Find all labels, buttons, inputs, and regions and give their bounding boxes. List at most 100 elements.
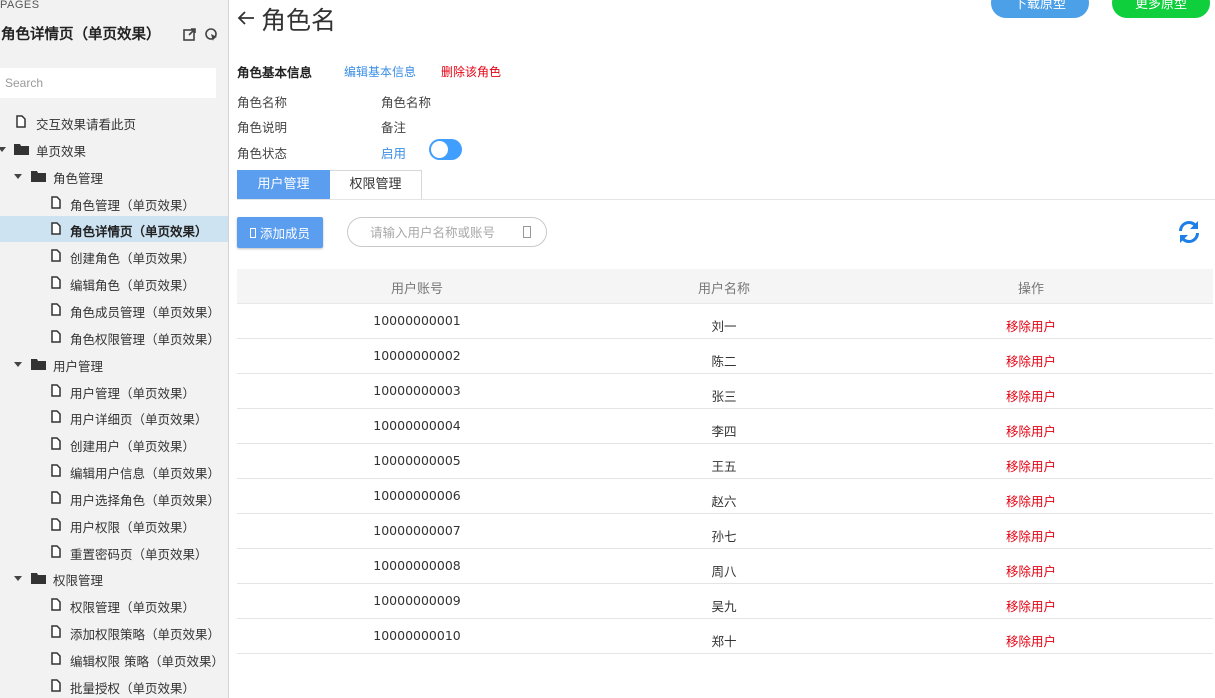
expand-caret-icon[interactable] bbox=[14, 361, 22, 367]
page-icon bbox=[51, 598, 61, 615]
page-icon bbox=[51, 303, 61, 320]
remove-user-link[interactable]: 移除用户 bbox=[1006, 526, 1056, 545]
remove-user-link[interactable]: 移除用户 bbox=[1006, 456, 1056, 475]
page-icon bbox=[51, 249, 61, 266]
remove-user-link[interactable]: 移除用户 bbox=[1006, 316, 1056, 335]
tree-item-label: 编辑角色（单页效果） bbox=[70, 278, 196, 294]
tree-item-label: 创建角色（单页效果） bbox=[70, 251, 196, 267]
tree-page[interactable]: 编辑权限 策略（单页效果） bbox=[0, 646, 228, 672]
table-row: 10000000006 赵六 移除用户 bbox=[237, 479, 1213, 514]
tree-page[interactable]: 批量授权（单页效果） bbox=[0, 673, 228, 698]
tree-page[interactable]: 编辑角色（单页效果） bbox=[0, 270, 228, 296]
tree-page[interactable]: 角色详情页（单页效果） bbox=[0, 216, 228, 243]
remove-user-link[interactable]: 移除用户 bbox=[1006, 351, 1056, 370]
tree-item-label: 权限管理（单页效果） bbox=[70, 600, 196, 616]
refresh-icon[interactable] bbox=[1176, 219, 1202, 245]
tree-page[interactable]: 重置密码页（单页效果） bbox=[0, 539, 228, 565]
remove-user-link[interactable]: 移除用户 bbox=[1006, 421, 1056, 440]
tree-item-label: 用户管理 bbox=[53, 358, 104, 374]
role-status-toggle[interactable] bbox=[429, 139, 462, 160]
account-cell: 10000000004 bbox=[373, 418, 461, 433]
tree-page[interactable]: 交互效果请看此页 bbox=[0, 109, 228, 135]
tree-page[interactable]: 添加权限策略（单页效果） bbox=[0, 619, 228, 645]
add-member-button[interactable]: 添加成员 bbox=[237, 217, 323, 248]
folder-icon bbox=[31, 572, 46, 588]
folder-icon bbox=[31, 170, 46, 186]
page-icon bbox=[51, 679, 61, 696]
toggle-knob bbox=[431, 141, 448, 158]
user-search-input[interactable] bbox=[370, 223, 520, 242]
role-desc-label: 角色说明 bbox=[237, 120, 288, 135]
username-cell: 张三 bbox=[711, 389, 737, 404]
tree-page[interactable]: 用户选择角色（单页效果） bbox=[0, 485, 228, 511]
delete-role-link[interactable]: 删除该角色 bbox=[441, 63, 501, 80]
tree-folder[interactable]: 角色管理 bbox=[0, 163, 228, 189]
account-cell: 10000000008 bbox=[373, 558, 461, 573]
remove-user-link[interactable]: 移除用户 bbox=[1006, 491, 1056, 510]
edit-basic-info-link[interactable]: 编辑基本信息 bbox=[344, 63, 416, 80]
tree-item-label: 用户选择角色（单页效果） bbox=[70, 492, 221, 508]
tree-page[interactable]: 角色成员管理（单页效果） bbox=[0, 297, 228, 323]
page-icon bbox=[51, 544, 61, 562]
tree-page[interactable]: 编辑用户信息（单页效果） bbox=[0, 458, 228, 484]
tree-folder[interactable]: 单页效果 bbox=[0, 136, 228, 162]
tree-item-label: 角色详情页（单页效果） bbox=[70, 224, 208, 240]
back-arrow-icon[interactable] bbox=[236, 8, 256, 28]
tree-item-label: 添加权限策略（单页效果） bbox=[70, 627, 221, 643]
account-cell: 10000000001 bbox=[373, 313, 461, 328]
expand-caret-icon[interactable] bbox=[0, 146, 6, 152]
remove-user-link[interactable]: 移除用户 bbox=[1006, 596, 1056, 615]
account-cell: 10000000005 bbox=[373, 453, 461, 468]
username-cell: 郑十 bbox=[711, 634, 737, 649]
add-member-label: 添加成员 bbox=[259, 226, 310, 241]
tree-page[interactable]: 角色管理（单页效果） bbox=[0, 190, 228, 216]
user-search-box[interactable] bbox=[347, 217, 547, 247]
tab-user-management[interactable]: 用户管理 bbox=[237, 170, 330, 200]
role-status-label: 角色状态 bbox=[237, 146, 288, 161]
expand-caret-icon[interactable] bbox=[14, 576, 22, 582]
table-row: 10000000004 李四 移除用户 bbox=[237, 409, 1213, 444]
tree-item-label: 角色权限管理（单页效果） bbox=[70, 331, 221, 347]
tree-page[interactable]: 创建用户（单页效果） bbox=[0, 431, 228, 457]
tree-page[interactable]: 权限管理（单页效果） bbox=[0, 592, 228, 618]
tree-page[interactable]: 用户管理（单页效果） bbox=[0, 378, 228, 404]
remove-user-link[interactable]: 移除用户 bbox=[1006, 386, 1056, 405]
page-icon bbox=[51, 464, 61, 481]
page-icon bbox=[51, 195, 61, 213]
username-cell: 王五 bbox=[711, 459, 737, 474]
tree-folder[interactable]: 权限管理 bbox=[0, 565, 228, 591]
column-header-action: 操作 bbox=[1017, 282, 1045, 297]
sidebar-search-input[interactable] bbox=[0, 68, 216, 98]
tree-folder[interactable]: 用户管理 bbox=[0, 351, 228, 377]
tab-permission-management[interactable]: 权限管理 bbox=[330, 170, 422, 200]
tree-page[interactable]: 角色权限管理（单页效果） bbox=[0, 324, 228, 350]
role-name-value: 角色名称 bbox=[381, 95, 432, 110]
search-icon[interactable] bbox=[523, 226, 531, 238]
account-cell: 10000000003 bbox=[373, 383, 461, 398]
folder-icon bbox=[31, 358, 46, 374]
username-cell: 李四 bbox=[711, 424, 737, 439]
username-cell: 赵六 bbox=[711, 494, 737, 509]
basic-info-heading: 角色基本信息 bbox=[237, 65, 313, 80]
tree-item-label: 用户权限（单页效果） bbox=[70, 519, 196, 535]
download-prototype-button[interactable]: 下载原型 bbox=[991, 0, 1089, 18]
tree-item-label: 创建用户（单页效果） bbox=[70, 439, 196, 455]
remove-user-link[interactable]: 移除用户 bbox=[1006, 561, 1056, 580]
tree-page[interactable]: 用户权限（单页效果） bbox=[0, 512, 228, 538]
role-name-label: 角色名称 bbox=[237, 95, 288, 110]
page-icon bbox=[51, 383, 61, 401]
tree-page[interactable]: 创建角色（单页效果） bbox=[0, 243, 228, 269]
account-cell: 10000000002 bbox=[373, 348, 461, 363]
account-cell: 10000000010 bbox=[373, 628, 461, 643]
tree-item-label: 编辑权限 策略（单页效果） bbox=[70, 654, 224, 669]
tree-page[interactable]: 用户详细页（单页效果） bbox=[0, 404, 228, 430]
export-icon[interactable] bbox=[183, 27, 197, 41]
expand-caret-icon[interactable] bbox=[14, 173, 22, 179]
more-prototypes-button[interactable]: 更多原型 bbox=[1112, 0, 1210, 18]
tree-item-label: 权限管理 bbox=[53, 573, 104, 589]
remove-user-link[interactable]: 移除用户 bbox=[1006, 631, 1056, 650]
table-row: 10000000001 刘一 移除用户 bbox=[237, 304, 1213, 339]
tree-item-label: 单页效果 bbox=[36, 143, 87, 159]
tree-item-label: 角色管理 bbox=[53, 170, 104, 186]
locate-icon[interactable] bbox=[204, 27, 219, 42]
